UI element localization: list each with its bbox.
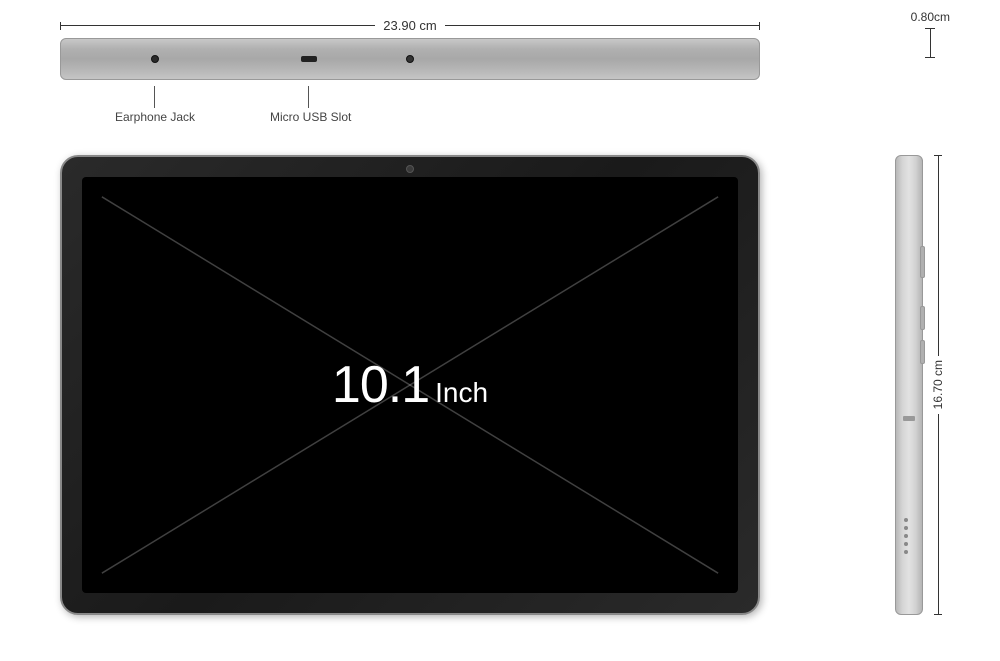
front-view-section: 10.1Inch bbox=[60, 155, 760, 615]
thickness-section-top: 0.80cm bbox=[911, 8, 950, 58]
tablet-side-profile bbox=[895, 155, 923, 615]
dim-tick-right bbox=[759, 22, 760, 30]
earphone-label-line bbox=[154, 86, 155, 108]
height-line-bottom bbox=[938, 414, 939, 614]
micro-usb-label: Micro USB Slot bbox=[270, 110, 351, 124]
speaker-dot-5 bbox=[904, 550, 908, 554]
screen-size-label: 10.1Inch bbox=[332, 359, 488, 411]
volume-down-button bbox=[920, 340, 925, 364]
thick-tick-bottom bbox=[925, 57, 935, 58]
usb-label-line bbox=[308, 86, 309, 108]
earphone-jack-indicator bbox=[151, 55, 159, 63]
thick-vert bbox=[930, 29, 931, 57]
earphone-label: Earphone Jack bbox=[115, 110, 195, 124]
side-view-container: 16.70 cm bbox=[895, 155, 945, 615]
height-tick-bottom bbox=[934, 614, 942, 615]
width-dimension: 23.90 cm bbox=[60, 18, 760, 33]
width-label: 23.90 cm bbox=[375, 18, 444, 33]
speaker-dot-3 bbox=[904, 534, 908, 538]
speaker-dot-4 bbox=[904, 542, 908, 546]
tablet-top-body bbox=[60, 38, 760, 80]
volume-up-button bbox=[920, 306, 925, 330]
dim-line-right bbox=[445, 25, 759, 26]
camera-top-indicator bbox=[406, 55, 414, 63]
speaker-dot-2 bbox=[904, 526, 908, 530]
port-labels-section: Earphone Jack Micro USB Slot bbox=[60, 86, 760, 136]
tablet-top-view bbox=[60, 38, 760, 80]
product-diagram: 23.90 cm Earphone Jack Micro USB Slot 0.… bbox=[0, 0, 1000, 661]
speaker-grille bbox=[904, 518, 908, 554]
thickness-label: 0.80cm bbox=[911, 10, 950, 24]
height-label: 16.70 cm bbox=[931, 356, 945, 413]
micro-usb-indicator bbox=[301, 56, 317, 62]
height-dimension: 16.70 cm bbox=[931, 155, 945, 615]
dim-line-left bbox=[61, 25, 375, 26]
camera-front bbox=[406, 165, 414, 173]
tablet-screen: 10.1Inch bbox=[82, 177, 738, 593]
tablet-front-body: 10.1Inch bbox=[60, 155, 760, 615]
screen-size-unit: Inch bbox=[435, 377, 488, 408]
power-button-side bbox=[920, 246, 925, 278]
height-line-top bbox=[938, 156, 939, 356]
side-connector bbox=[903, 416, 915, 421]
screen-size-number: 10.1 bbox=[332, 356, 429, 414]
speaker-dot-1 bbox=[904, 518, 908, 522]
